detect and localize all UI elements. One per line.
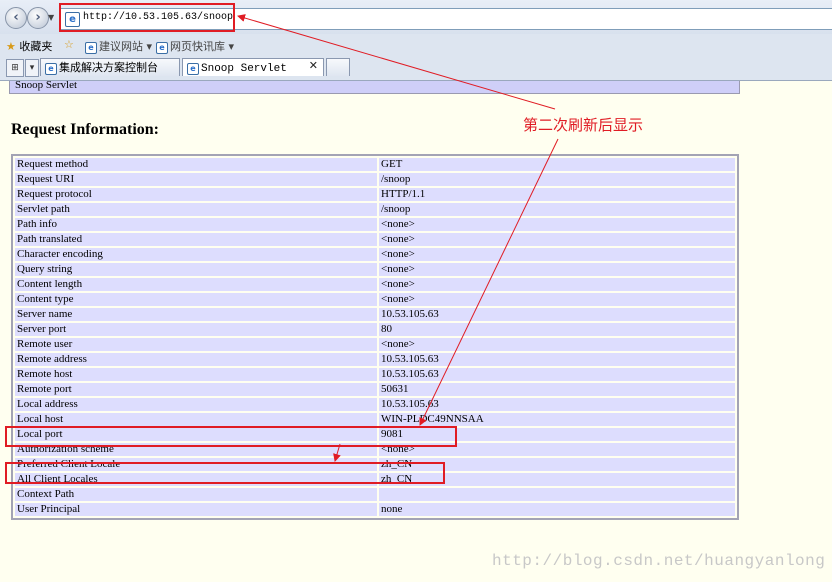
arrow-to-address [237,14,556,110]
arrow-to-local-port [333,443,341,462]
watermark: http://blog.csdn.net/huangyanlong [492,552,826,570]
arrow-to-local-address [419,138,559,426]
annotation-arrows [237,14,559,462]
